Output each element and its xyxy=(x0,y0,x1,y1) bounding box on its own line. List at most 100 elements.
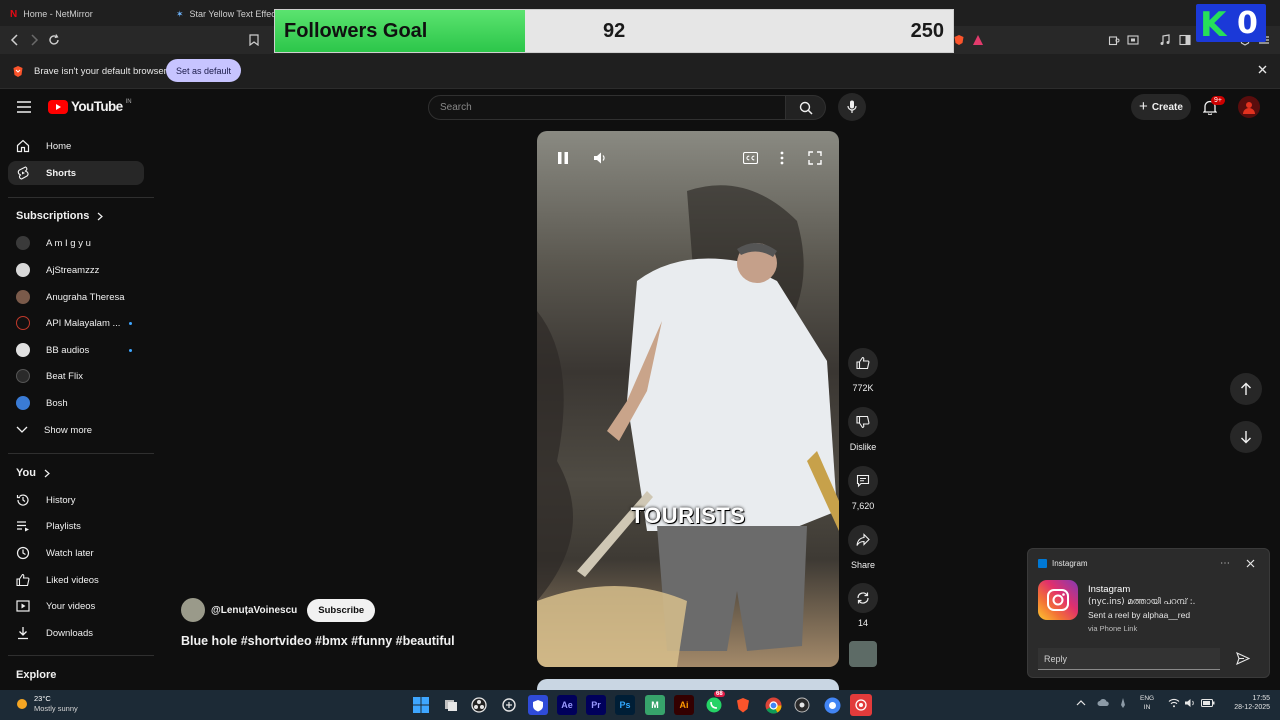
shield-icon[interactable] xyxy=(528,695,548,715)
previous-short-button[interactable] xyxy=(1230,373,1262,405)
forward-icon[interactable] xyxy=(26,32,42,48)
sidebar-item-subscription[interactable]: BB audios xyxy=(8,338,144,362)
sidebar-item-subscription[interactable]: Bosh xyxy=(8,391,144,415)
close-infobar-icon[interactable] xyxy=(1257,64,1268,75)
clock[interactable]: 17:55 28-12-2025 xyxy=(1220,694,1270,712)
more-vert-icon xyxy=(780,151,784,165)
search-input[interactable]: Search xyxy=(440,102,472,113)
maps-icon[interactable]: M xyxy=(645,695,665,715)
cloud-tray-icon[interactable] xyxy=(1097,697,1109,707)
fullscreen-button[interactable] xyxy=(808,151,822,165)
subscriptions-heading[interactable]: Subscriptions xyxy=(16,210,104,222)
sidebar-divider xyxy=(8,453,154,454)
pause-button[interactable] xyxy=(557,151,569,165)
recorder-icon[interactable] xyxy=(850,694,872,716)
channel-avatar[interactable] xyxy=(181,598,205,622)
show-more-button[interactable]: Show more xyxy=(8,418,144,442)
sidebar-item-history[interactable]: History xyxy=(8,488,144,512)
search-box[interactable]: Search xyxy=(428,95,786,120)
youtube-logo[interactable]: YouTube IN xyxy=(48,99,132,114)
task-view-icon[interactable] xyxy=(441,695,461,715)
like-button[interactable] xyxy=(848,348,878,378)
sidebar-item-label: BB audios xyxy=(46,344,90,356)
sidebar-item-label: History xyxy=(46,494,76,506)
tray-overflow-icon[interactable] xyxy=(1076,699,1086,706)
send-reply-button[interactable] xyxy=(1236,652,1250,665)
new-content-dot xyxy=(129,321,132,325)
clock-date: 28-12-2025 xyxy=(1234,704,1270,711)
set-as-default-button[interactable]: Set as default xyxy=(166,59,242,82)
tab-netmirror[interactable]: N Home - NetMirror xyxy=(10,4,93,24)
extensions-icon[interactable] xyxy=(1106,32,1122,48)
sidebar-item-watch-later[interactable]: Watch later xyxy=(8,541,144,565)
more-options-button[interactable] xyxy=(780,151,784,165)
brave-rewards-icon[interactable] xyxy=(970,32,986,48)
language-code: ENG xyxy=(1140,695,1155,702)
sound-thumbnail[interactable] xyxy=(849,641,877,667)
sidebar-item-subscription[interactable]: AjStreamzzz xyxy=(8,258,144,282)
short-video-player[interactable]: TOURISTS xyxy=(537,131,839,667)
sidebar-item-subscription[interactable]: Beat Flix xyxy=(8,364,144,388)
notifications-button[interactable]: 9+ xyxy=(1203,96,1225,115)
voice-search-button[interactable] xyxy=(838,93,866,121)
bookmark-icon[interactable] xyxy=(246,32,262,48)
dislike-button[interactable] xyxy=(848,407,878,437)
chatgpt-icon[interactable] xyxy=(499,695,519,715)
thumbs-down-icon xyxy=(856,415,870,429)
captions-button[interactable] xyxy=(743,152,758,164)
sidebar-item-home[interactable]: Home xyxy=(8,134,144,158)
sidebar-item-your-videos[interactable]: Your videos xyxy=(8,594,144,618)
search-button[interactable] xyxy=(786,95,826,120)
whatsapp-icon[interactable]: 68 xyxy=(704,691,725,715)
reload-icon[interactable] xyxy=(46,32,62,48)
app-icon[interactable] xyxy=(792,695,812,715)
channel-handle[interactable]: @LenuțaVoinescu xyxy=(211,605,297,616)
premiere-icon[interactable]: Pr xyxy=(586,695,606,715)
sidebar-item-playlists[interactable]: Playlists xyxy=(8,514,144,538)
brave-icon[interactable] xyxy=(733,695,753,715)
notification-reply-input[interactable]: Reply xyxy=(1038,648,1220,670)
media-icon[interactable] xyxy=(1157,32,1173,48)
short-title[interactable]: Blue hole #shortvideo #bmx #funny #beaut… xyxy=(181,634,455,648)
language-indicator[interactable]: ENG IN xyxy=(1140,694,1154,712)
photoshop-icon[interactable]: Ps xyxy=(615,695,635,715)
notification-close-icon[interactable] xyxy=(1246,559,1255,568)
speaker-icon[interactable] xyxy=(1184,698,1196,708)
chrome-profile-icon[interactable] xyxy=(822,695,842,715)
chrome-icon[interactable] xyxy=(763,695,783,715)
you-heading[interactable]: You xyxy=(16,467,50,479)
notification-more-icon[interactable]: ⋯ xyxy=(1220,558,1230,569)
illustrator-icon[interactable]: Ai xyxy=(674,695,694,715)
followers-goal-overlay: Followers Goal 92 250 xyxy=(274,9,954,53)
wifi-icon[interactable] xyxy=(1168,698,1180,708)
account-avatar[interactable] xyxy=(1238,96,1260,118)
arrow-up-icon xyxy=(1241,382,1251,395)
sidebar-item-liked-videos[interactable]: Liked videos xyxy=(8,568,144,592)
followers-goal-title: Followers Goal xyxy=(284,20,428,42)
comments-button[interactable] xyxy=(848,466,878,496)
sidebar-item-subscription[interactable]: A m I g y u xyxy=(8,231,144,255)
sidebar-toggle-icon[interactable] xyxy=(1177,32,1193,48)
sidebar-item-subscription[interactable]: API Malayalam ... xyxy=(8,311,144,335)
create-label: Create xyxy=(1151,101,1183,113)
battery-icon[interactable] xyxy=(1201,698,1215,708)
subscribe-button[interactable]: Subscribe xyxy=(307,598,376,622)
instagram-notification[interactable]: Instagram ⋯ Instagram (nyc.ins) മത്തായി … xyxy=(1027,548,1270,678)
guide-menu-icon[interactable] xyxy=(17,101,31,113)
pen-tray-icon[interactable] xyxy=(1119,697,1127,709)
start-icon[interactable] xyxy=(411,695,431,715)
share-button[interactable] xyxy=(848,525,878,555)
volume-button[interactable] xyxy=(593,151,607,165)
infobar-message: Brave isn't your default browser xyxy=(34,66,167,77)
notification-line-1: (nyc.ins) മത്തായി പറമ്പ് :. xyxy=(1088,597,1196,607)
sidebar-item-downloads[interactable]: Downloads xyxy=(8,621,144,645)
remix-button[interactable] xyxy=(848,583,878,613)
next-short-button[interactable] xyxy=(1230,421,1262,453)
sidebar-item-shorts[interactable]: Shorts xyxy=(8,161,144,185)
obs-icon[interactable] xyxy=(469,695,489,715)
back-icon[interactable] xyxy=(7,32,23,48)
create-button[interactable]: + Create xyxy=(1131,94,1191,120)
after-effects-icon[interactable]: Ae xyxy=(557,695,577,715)
sidebar-item-subscription[interactable]: Anugraha Theresa xyxy=(8,285,144,309)
screenshot-icon[interactable] xyxy=(1125,32,1141,48)
